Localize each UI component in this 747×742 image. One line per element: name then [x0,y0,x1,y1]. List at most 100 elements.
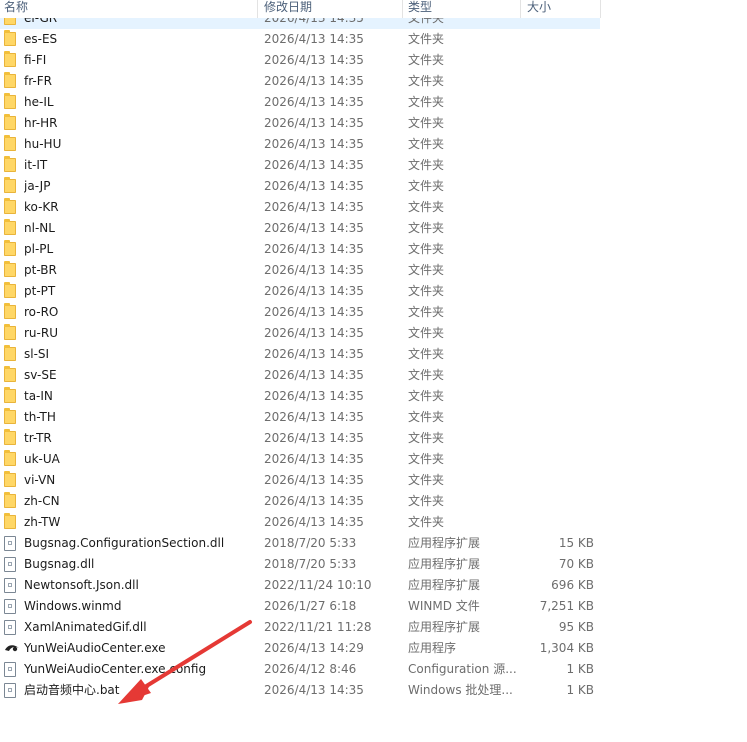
row-icon-cell [4,512,20,533]
folder-icon [4,30,16,46]
folder-row[interactable]: ta-IN 2026/4/13 14:35 文件夹 [0,386,600,407]
file-size [520,302,594,323]
file-size [520,449,594,470]
row-icon-cell [4,470,20,491]
modified-date: 2026/4/13 14:35 [264,515,364,529]
folder-icon [4,366,16,382]
modified-date: 2026/4/13 14:35 [264,179,364,193]
folder-row[interactable]: sv-SE 2026/4/13 14:35 文件夹 [0,365,600,386]
folder-row[interactable]: sl-SI 2026/4/13 14:35 文件夹 [0,344,600,365]
file-row[interactable]: Windows.winmd 2026/1/27 6:18 WINMD 文件 7,251… [0,596,600,617]
file-row[interactable]: Bugsnag.ConfigurationSection.dll 2018/7/2… [0,533,600,554]
file-type: 文件夹 [408,452,445,466]
modified-date: 2026/4/13 14:35 [264,158,364,172]
file-type: 应用程序扩展 [408,557,481,571]
modified-date: 2022/11/24 10:10 [264,578,372,592]
file-name: zh-TW [24,515,61,529]
folder-row[interactable]: fi-FI 2026/4/13 14:35 文件夹 [0,50,600,71]
folder-row[interactable]: hr-HR 2026/4/13 14:35 文件夹 [0,113,600,134]
modified-date: 2026/4/13 14:35 [264,221,364,235]
row-icon-cell [4,260,20,281]
folder-icon [4,513,16,529]
column-date-header[interactable]: 修改日期 [260,0,403,18]
folder-row[interactable]: pl-PL 2026/4/13 14:35 文件夹 [0,239,600,260]
file-type: Configuration 源... [408,662,516,676]
file-name: nl-NL [24,221,55,235]
modified-date: 2026/4/13 14:35 [264,683,364,697]
file-size: 15 KB [558,536,594,550]
file-name: YunWeiAudioCenter.exe.config [24,662,207,676]
folder-row[interactable]: vi-VN 2026/4/13 14:35 文件夹 [0,470,600,491]
file-type: 文件夹 [408,347,445,361]
folder-row[interactable]: ru-RU 2026/4/13 14:35 文件夹 [0,323,600,344]
folder-row[interactable]: it-IT 2026/4/13 14:35 文件夹 [0,155,600,176]
row-icon-cell [4,659,20,680]
folder-row[interactable]: zh-TW 2026/4/13 14:35 文件夹 [0,512,600,533]
folder-row[interactable]: nl-NL 2026/4/13 14:35 文件夹 [0,218,600,239]
file-type: 文件夹 [408,368,445,382]
row-icon-cell [4,92,20,113]
file-type: 文件夹 [408,494,445,508]
column-name-header[interactable]: 名称 [0,0,258,18]
file-size [520,386,594,407]
folder-row[interactable]: ja-JP 2026/4/13 14:35 文件夹 [0,176,600,197]
modified-date: 2026/4/13 14:35 [264,263,364,277]
dll-file-icon [4,620,16,635]
file-row[interactable]: 启动音频中心.bat 2026/4/13 14:35 Windows 批处理... 1… [0,680,600,701]
modified-date: 2026/4/13 14:35 [264,137,364,151]
file-name: pt-BR [24,263,57,277]
row-icon-cell [4,176,20,197]
file-name: YunWeiAudioCenter.exe [24,641,166,655]
row-icon-cell [4,113,20,134]
folder-icon [4,156,16,172]
folder-icon [4,114,16,130]
folder-row[interactable]: pt-PT 2026/4/13 14:35 文件夹 [0,281,600,302]
folder-row[interactable]: th-TH 2026/4/13 14:35 文件夹 [0,407,600,428]
file-type: 文件夹 [408,200,445,214]
file-size [520,134,594,155]
file-row[interactable]: Bugsnag.dll 2018/7/20 5:33 应用程序扩展 70 KB [0,554,600,575]
folder-row[interactable]: he-IL 2026/4/13 14:35 文件夹 [0,92,600,113]
folder-icon [4,408,16,424]
file-row[interactable]: Newtonsoft.Json.dll 2022/11/24 10:10 应用程序扩… [0,575,600,596]
file-name: sv-SE [24,368,57,382]
folder-icon [4,51,16,67]
file-size [520,218,594,239]
file-type: 文件夹 [408,431,445,445]
file-name: es-ES [24,32,58,46]
file-type: 文件夹 [408,284,445,298]
file-name: he-IL [24,95,54,109]
folder-row[interactable]: fr-FR 2026/4/13 14:35 文件夹 [0,71,600,92]
column-type-header[interactable]: 类型 [404,0,521,18]
file-size [520,428,594,449]
folder-row[interactable]: es-ES 2026/4/13 14:35 文件夹 [0,29,600,50]
folder-icon [4,387,16,403]
row-icon-cell [4,71,20,92]
file-size: 7,251 KB [539,599,594,613]
row-icon-cell [4,134,20,155]
row-icon-cell [4,302,20,323]
file-list: el-GR 2026/4/13 14:35 文件夹 es-ES 2026/4/13 14… [0,8,600,701]
modified-date: 2026/4/13 14:35 [264,200,364,214]
file-name: 启动音频中心.bat [24,683,120,697]
row-icon-cell [4,386,20,407]
file-size [520,281,594,302]
file-type: 文件夹 [408,305,445,319]
file-row[interactable]: XamlAnimatedGif.dll 2022/11/21 11:28 应用程序扩… [0,617,600,638]
row-icon-cell [4,596,20,617]
folder-row[interactable]: zh-CN 2026/4/13 14:35 文件夹 [0,491,600,512]
folder-row[interactable]: uk-UA 2026/4/13 14:35 文件夹 [0,449,600,470]
file-size: 95 KB [558,620,594,634]
file-row[interactable]: YunWeiAudioCenter.exe 2026/4/13 14:29 应用程序… [0,638,600,659]
folder-row[interactable]: ro-RO 2026/4/13 14:35 文件夹 [0,302,600,323]
file-size: 70 KB [558,557,594,571]
modified-date: 2026/4/13 14:35 [264,431,364,445]
folder-row[interactable]: pt-BR 2026/4/13 14:35 文件夹 [0,260,600,281]
file-size [520,407,594,428]
file-row[interactable]: YunWeiAudioCenter.exe.config 2026/4/12 8:… [0,659,600,680]
folder-row[interactable]: tr-TR 2026/4/13 14:35 文件夹 [0,428,600,449]
column-size-header[interactable]: 大小 [523,0,601,18]
folder-row[interactable]: ko-KR 2026/4/13 14:35 文件夹 [0,197,600,218]
folder-row[interactable]: hu-HU 2026/4/13 14:35 文件夹 [0,134,600,155]
file-name: fr-FR [24,74,52,88]
